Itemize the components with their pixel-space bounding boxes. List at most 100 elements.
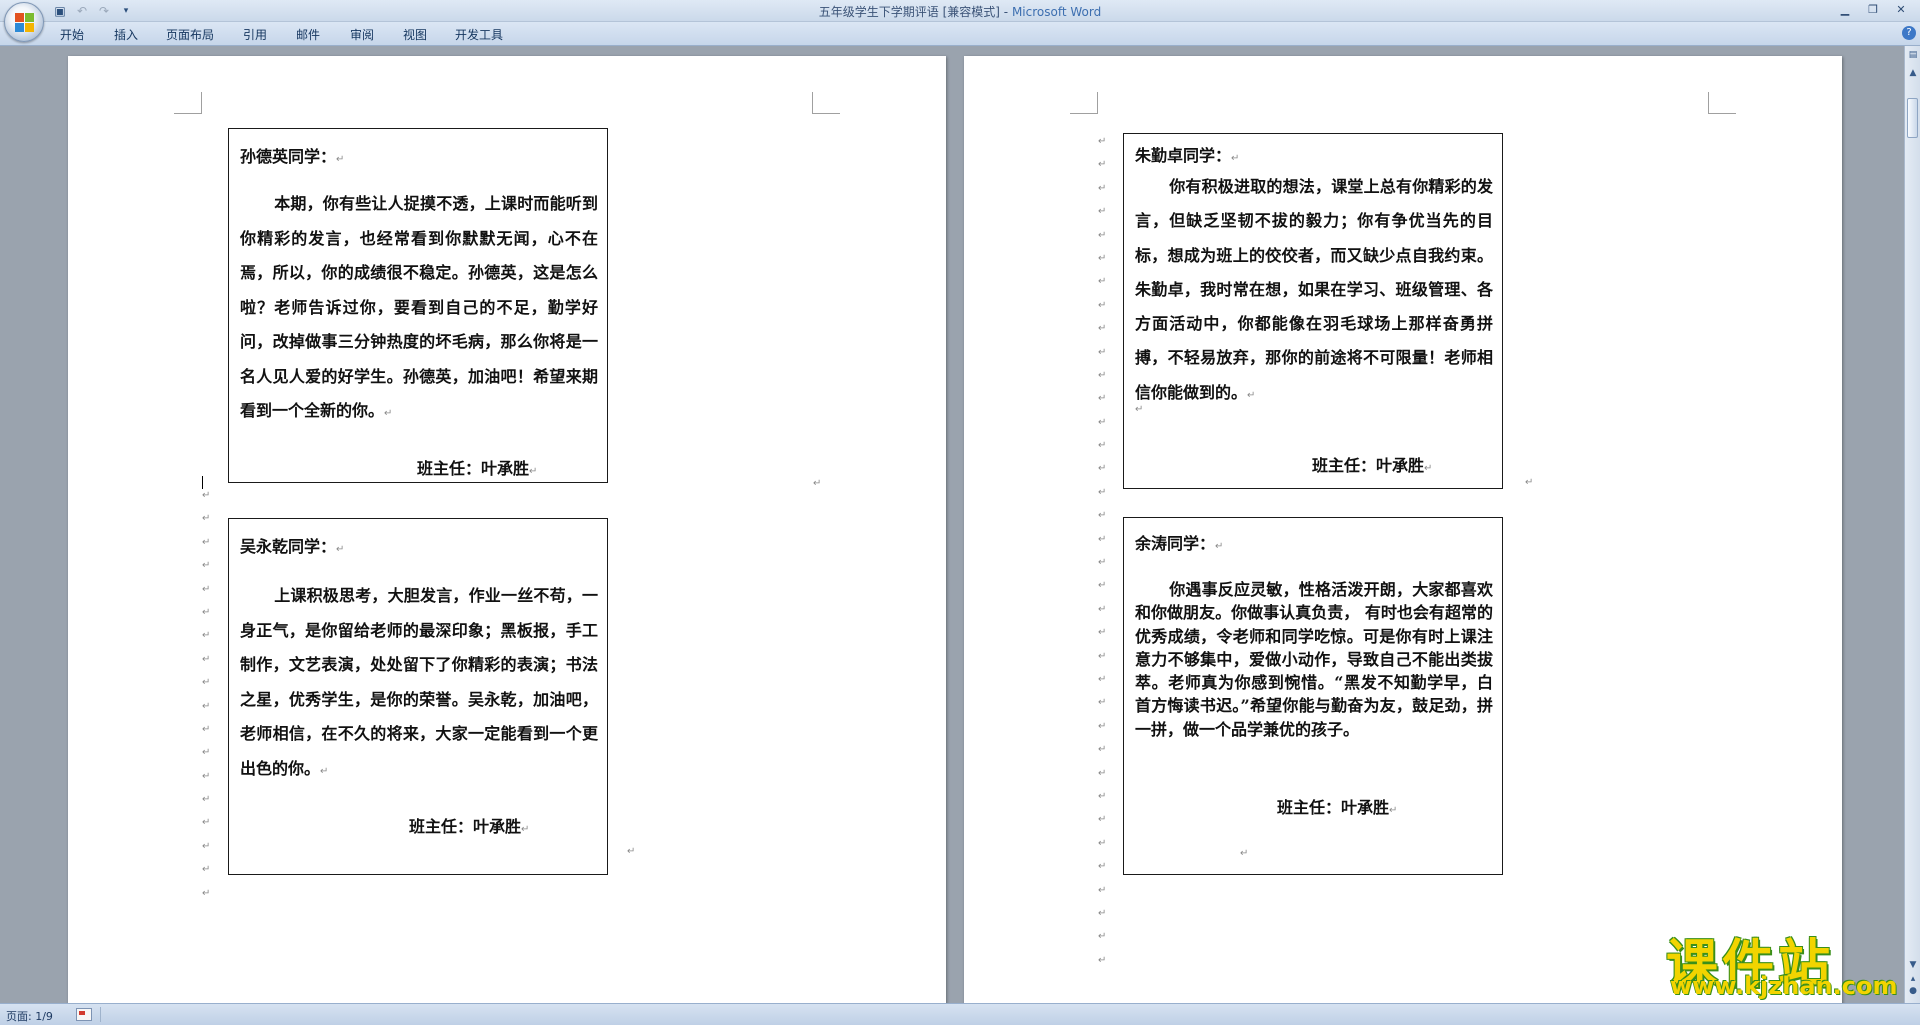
paragraph-mark: ↵ [1098, 650, 1107, 662]
card-heading: 余涛同学： [1135, 534, 1216, 553]
paragraph-mark: ↵ [521, 824, 530, 835]
card-body: 你遇事反应灵敏，性格活泼开朗，大家都喜欢和你做朋友。你做事认真负责， 有时也会有… [1135, 580, 1493, 739]
close-icon[interactable]: ✕ [1888, 1, 1914, 19]
tab-review[interactable]: 审阅 [350, 26, 374, 43]
crop-mark [1070, 92, 1098, 114]
paragraph-mark: ↵ [1098, 557, 1107, 569]
paragraph-mark: ↵ [1098, 673, 1107, 685]
paragraph-mark: ↵ [1098, 861, 1107, 873]
paragraph-mark: ↵ [1098, 136, 1107, 147]
paragraph-mark: ↵ [1098, 814, 1107, 826]
comment-card[interactable]: 余涛同学：↵ 你遇事反应灵敏，性格活泼开朗，大家都喜欢和你做朋友。你做事认真负责… [1123, 517, 1503, 875]
help-icon[interactable]: ? [1902, 26, 1916, 40]
paragraph-mark: ↵ [1098, 931, 1107, 943]
paragraph-mark: ↵ [202, 887, 211, 899]
vertical-scrollbar[interactable]: ▤ ▲ ▼ ▴ ● [1904, 46, 1920, 1003]
scroll-down-icon[interactable]: ▼ [1906, 958, 1920, 972]
card-heading: 孙德英同学： [240, 147, 337, 166]
office-button-icon [15, 13, 35, 33]
paragraph-mark: ↵ [1098, 323, 1107, 335]
text-cursor [202, 476, 203, 489]
paragraph-mark: ↵ [202, 560, 211, 572]
paragraph-mark: ↵ [1098, 837, 1107, 849]
tab-view[interactable]: 视图 [403, 26, 427, 43]
card-signature: 班主任：叶承胜 [417, 459, 530, 478]
paragraph-mark: ↵ [1231, 153, 1240, 164]
paragraph-mark: ↵ [202, 536, 211, 548]
paragraph-mark: ↵ [202, 700, 211, 712]
tab-page-layout[interactable]: 页面布局 [166, 26, 214, 43]
paragraph-mark: ↵ [202, 490, 211, 501]
paragraph-mark: ↵ [1098, 697, 1107, 709]
paragraph-mark: ↵ [1098, 206, 1107, 218]
paragraph-mark: ↵ [336, 544, 345, 555]
card-heading: 朱勤卓同学： [1135, 146, 1232, 165]
paragraph-mark: ↵ [1098, 884, 1107, 896]
paragraph-mark: ↵ [1098, 954, 1107, 966]
paragraph-mark: ↵ [1098, 229, 1107, 241]
scroll-up-icon[interactable]: ▲ [1906, 66, 1920, 80]
paragraph-marks: ↵ ↵ ↵ ↵ ↵ ↵ ↵ ↵ ↵ ↵ ↵ ↵ ↵ ↵ ↵ ↵ ↵ ↵ [202, 490, 216, 911]
paragraph-mark: ↵ [1098, 369, 1107, 381]
card-signature: 班主任：叶承胜 [1312, 456, 1425, 475]
language-icon[interactable] [76, 1008, 92, 1021]
paragraph-mark: ↵ [1098, 790, 1107, 802]
paragraph-mark: ↵ [1240, 848, 1249, 859]
paragraph-mark: ↵ [1098, 159, 1107, 171]
select-browse-object-icon[interactable]: ● [1906, 984, 1920, 998]
paragraph-mark: ↵ [1098, 907, 1107, 919]
document-page-left[interactable]: ↵ ↵ ↵ ↵ ↵ ↵ ↵ ↵ ↵ ↵ ↵ ↵ ↵ ↵ ↵ ↵ ↵ ↵ 孙德英同… [68, 56, 946, 1003]
paragraph-mark: ↵ [202, 770, 211, 782]
paragraph-mark: ↵ [336, 154, 345, 165]
ribbon-tab-bar: 开始 插入 页面布局 引用 邮件 审阅 视图 开发工具 ? [0, 22, 1920, 46]
status-bar: 页面: 1/9 [0, 1003, 1920, 1025]
tab-references[interactable]: 引用 [243, 26, 267, 43]
paragraph-mark: ↵ [1389, 805, 1398, 816]
app-name: Microsoft Word [1011, 5, 1102, 19]
title-bar: ▣ ↶ ↷ ▾ 五年级学生下学期评语 [兼容模式] - Microsoft Wo… [0, 0, 1920, 42]
comment-card[interactable]: 朱勤卓同学：↵ 你有积极进取的想法，课堂上总有你精彩的发言，但缺乏坚韧不拔的毅力… [1123, 133, 1503, 489]
paragraph-mark: ↵ [1525, 477, 1534, 488]
paragraph-mark: ↵ [1098, 486, 1107, 498]
paragraph-mark: ↵ [1215, 541, 1224, 552]
paragraph-mark: ↵ [1098, 182, 1107, 194]
ruler-toggle-icon[interactable]: ▤ [1906, 48, 1920, 62]
paragraph-mark: ↵ [202, 840, 211, 852]
paragraph-mark: ↵ [202, 630, 211, 642]
tab-home[interactable]: 开始 [60, 26, 84, 43]
paragraph-mark: ↵ [202, 583, 211, 595]
status-divider [100, 1007, 101, 1022]
page-indicator[interactable]: 页面: 1/9 [6, 1008, 53, 1024]
card-body: 你有积极进取的想法，课堂上总有你精彩的发言，但缺乏坚韧不拔的毅力；你有争优当先的… [1135, 177, 1493, 402]
paragraph-mark: ↵ [1098, 603, 1107, 615]
card-heading: 吴永乾同学： [240, 537, 337, 556]
paragraph-mark: ↵ [1098, 627, 1107, 639]
watermark-url: www.kjzhan.com [1670, 972, 1898, 1000]
crop-mark [174, 92, 202, 114]
paragraph-mark: ↵ [202, 723, 211, 735]
paragraph-mark: ↵ [320, 765, 329, 777]
scrollbar-thumb[interactable] [1907, 98, 1918, 138]
tab-insert[interactable]: 插入 [114, 26, 138, 43]
paragraph-mark: ↵ [202, 677, 211, 689]
maximize-icon[interactable]: ❐ [1860, 1, 1886, 19]
tab-mailings[interactable]: 邮件 [296, 26, 320, 43]
office-button[interactable] [4, 2, 44, 42]
comment-card[interactable]: 吴永乾同学：↵ 上课积极思考，大胆发言，作业一丝不苟，一身正气，是你留给老师的最… [228, 518, 608, 875]
paragraph-mark: ↵ [1247, 389, 1256, 401]
document-workspace[interactable]: ↵ ↵ ↵ ↵ ↵ ↵ ↵ ↵ ↵ ↵ ↵ ↵ ↵ ↵ ↵ ↵ ↵ ↵ 孙德英同… [0, 46, 1904, 1003]
paragraph-mark: ↵ [1098, 299, 1107, 311]
paragraph-mark: ↵ [1098, 276, 1107, 288]
paragraph-mark: ↵ [529, 466, 538, 477]
tab-developer[interactable]: 开发工具 [455, 26, 503, 43]
minimize-icon[interactable]: ▁ [1832, 1, 1858, 19]
paragraph-mark: ↵ [1098, 440, 1107, 452]
paragraph-mark: ↵ [1135, 404, 1144, 415]
comment-card[interactable]: 孙德英同学：↵ 本期，你有些让人捉摸不透，上课时而能听到你精彩的发言，也经常看到… [228, 128, 608, 483]
card-body: 上课积极思考，大胆发言，作业一丝不苟，一身正气，是你留给老师的最深印象；黑板报，… [240, 586, 598, 778]
card-signature: 班主任：叶承胜 [1277, 798, 1390, 817]
paragraph-mark: ↵ [813, 478, 822, 489]
document-page-right[interactable]: ↵ ↵ ↵ ↵ ↵ ↵ ↵ ↵ ↵ ↵ ↵ ↵ ↵ ↵ ↵ ↵ ↵ ↵ ↵ ↵ … [964, 56, 1842, 1003]
paragraph-mark: ↵ [384, 408, 393, 419]
paragraph-mark: ↵ [202, 864, 211, 876]
